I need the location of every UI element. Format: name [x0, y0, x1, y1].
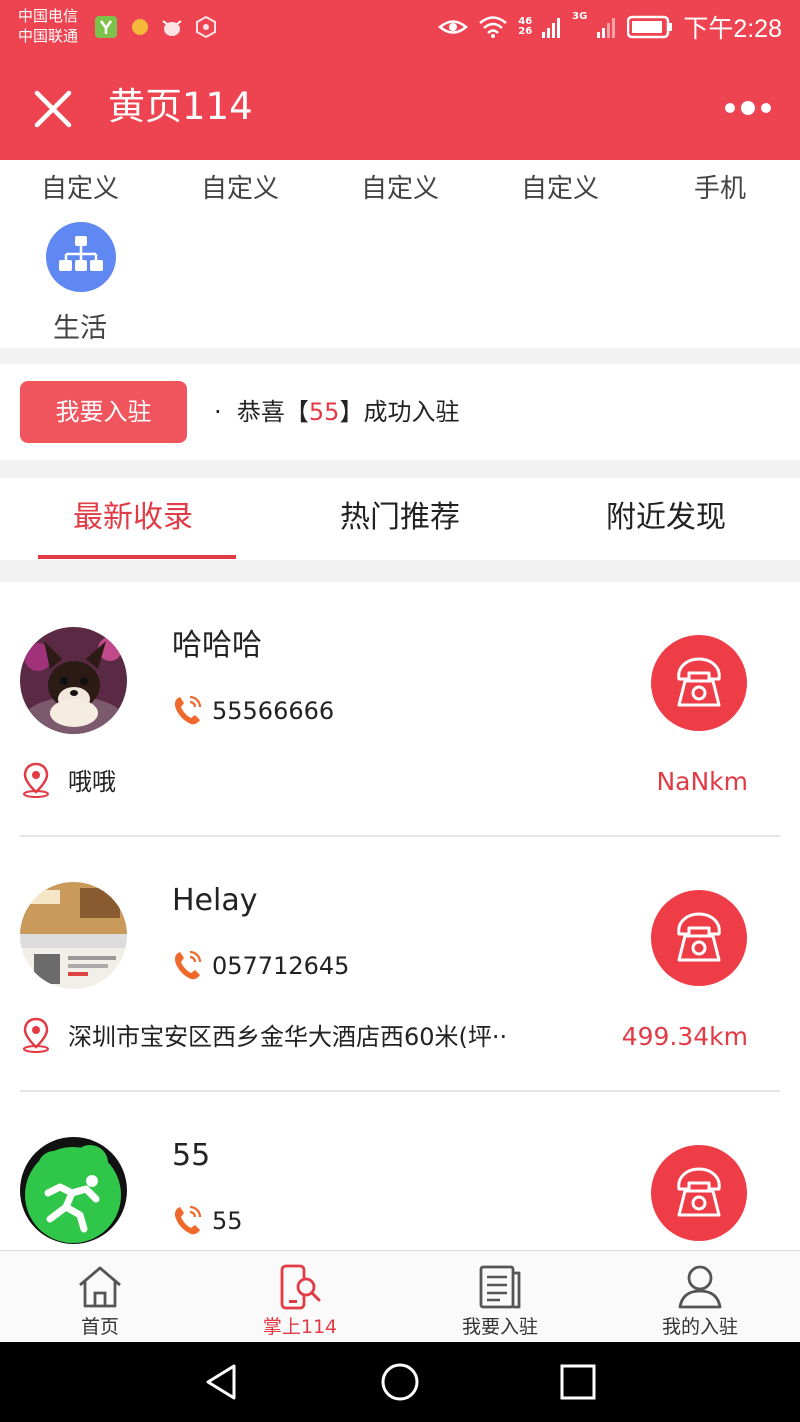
dot-notification-icon — [132, 19, 148, 35]
join-button[interactable]: 我要入驻 — [20, 381, 187, 443]
recents-icon[interactable] — [558, 1362, 598, 1402]
listing-phone: 057712645 — [212, 952, 350, 980]
home-icon — [79, 1266, 121, 1308]
listing-phone: 55566666 — [212, 697, 335, 725]
eye-icon — [438, 20, 469, 34]
news-bullet: · — [214, 398, 222, 426]
network-type-3: 3G — [572, 11, 588, 22]
document-icon — [479, 1265, 521, 1309]
system-nav-bar — [0, 1342, 800, 1422]
network-labels: 46 26 — [518, 17, 532, 37]
listing-address: 哦哦 — [68, 768, 116, 796]
dog-photo-avatar — [20, 627, 127, 734]
app-notification-icon — [95, 16, 117, 38]
nav-yellow-pages[interactable]: 掌上114 — [200, 1251, 400, 1343]
tab-bar: 最新收录 热门推荐 附近发现 — [0, 478, 800, 560]
category-life-button[interactable] — [46, 222, 116, 292]
telephone-icon — [677, 657, 721, 707]
call-button[interactable] — [651, 1145, 747, 1241]
news-number: 55 — [308, 398, 340, 426]
home-circle-icon[interactable] — [380, 1362, 420, 1402]
clock: 下午2:28 — [683, 15, 782, 43]
section-gap — [0, 560, 800, 582]
hexagon-notification-icon — [196, 15, 216, 39]
tab-nearby[interactable]: 附近发现 — [533, 498, 799, 538]
user-icon — [678, 1265, 722, 1309]
news-suffix: 】成功入驻 — [339, 398, 460, 426]
category-item[interactable]: 自定义 — [320, 170, 480, 208]
category-life-label: 生活 — [53, 313, 107, 344]
close-icon[interactable] — [32, 88, 74, 130]
category-grid: 自定义 自定义 自定义 自定义 手机 生活 — [0, 160, 800, 348]
carrier-2: 中国联通 — [18, 27, 79, 45]
more-dots-icon[interactable] — [724, 92, 772, 124]
avatar — [20, 627, 127, 734]
title-bar: 黄页114 — [0, 54, 800, 160]
listing-name: Helay — [172, 883, 258, 918]
tab-popular[interactable]: 热门推荐 — [267, 498, 533, 538]
call-button[interactable] — [651, 890, 747, 986]
phone-icon — [174, 1205, 202, 1235]
signal-icon-1 — [542, 18, 561, 38]
battery-icon — [627, 15, 673, 39]
page-title: 黄页114 — [108, 85, 253, 128]
carrier-1: 中国电信 — [18, 7, 79, 25]
news-prefix: 恭喜【 — [236, 398, 309, 426]
bottom-nav: 首页 掌上114 我要入驻 我的入驻 — [0, 1250, 800, 1342]
list-item[interactable]: 哈哈哈 55566666 哦哦 NaNkm — [0, 582, 800, 837]
tab-latest[interactable]: 最新收录 — [0, 498, 266, 538]
section-gap — [0, 348, 800, 364]
cow-notification-icon — [162, 20, 182, 36]
location-pin-icon — [23, 762, 49, 798]
nav-label: 我要入驻 — [461, 1316, 538, 1338]
nav-home[interactable]: 首页 — [0, 1251, 200, 1343]
telephone-icon — [677, 912, 721, 962]
org-chart-icon — [59, 236, 103, 271]
avatar — [20, 882, 127, 989]
join-bar: 我要入驻 · 恭喜【55】成功入驻 — [0, 364, 800, 460]
phone-icon — [174, 695, 202, 725]
listing-distance: 499.34km — [621, 1022, 748, 1051]
avatar — [20, 1137, 127, 1244]
back-icon[interactable] — [202, 1362, 242, 1402]
phone-icon — [174, 950, 202, 980]
nav-label: 我的入驻 — [661, 1316, 738, 1338]
status-icons: 46 26 3G 下午2:28 — [438, 10, 782, 44]
listing-address: 深圳市宝安区西乡金华大酒店西60米(坪·· — [68, 1023, 508, 1051]
listing-list: 哈哈哈 55566666 哦哦 NaNkm Helay 057712645 深圳… — [0, 582, 800, 1250]
listing-name: 55 — [172, 1138, 211, 1173]
listing-distance: NaNkm — [656, 767, 748, 796]
list-item[interactable]: 55 55 — [0, 1092, 800, 1250]
signal-icon-2 — [597, 18, 616, 38]
category-item[interactable]: 自定义 — [480, 170, 640, 208]
runner-logo-avatar — [20, 1137, 127, 1244]
wifi-icon — [479, 16, 508, 38]
news-ticker[interactable]: · 恭喜【55】成功入驻 — [214, 394, 459, 430]
section-gap — [0, 460, 800, 478]
nav-join[interactable]: 我要入驻 — [400, 1251, 600, 1343]
listing-phone: 55 — [212, 1207, 243, 1235]
location-pin-icon — [23, 1017, 49, 1053]
phone-search-icon — [280, 1264, 321, 1310]
list-item[interactable]: Helay 057712645 深圳市宝安区西乡金华大酒店西60米(坪·· 49… — [0, 837, 800, 1092]
status-bar: 中国电信 中国联通 46 26 3G 下午2:28 — [0, 0, 800, 54]
listing-name: 哈哈哈 — [172, 628, 262, 663]
category-item[interactable]: 手机 — [640, 170, 800, 208]
network-type-2: 26 — [518, 26, 533, 37]
call-button[interactable] — [651, 635, 747, 731]
telephone-icon — [677, 1167, 721, 1217]
nav-label: 首页 — [80, 1316, 119, 1338]
shop-photo-avatar — [20, 882, 127, 989]
active-tab-indicator — [38, 555, 236, 559]
nav-my-listings[interactable]: 我的入驻 — [600, 1251, 800, 1343]
category-item[interactable]: 自定义 — [0, 170, 160, 208]
nav-label: 掌上114 — [262, 1316, 338, 1338]
carrier-info: 中国电信 中国联通 — [18, 6, 78, 46]
category-item[interactable]: 自定义 — [160, 170, 320, 208]
